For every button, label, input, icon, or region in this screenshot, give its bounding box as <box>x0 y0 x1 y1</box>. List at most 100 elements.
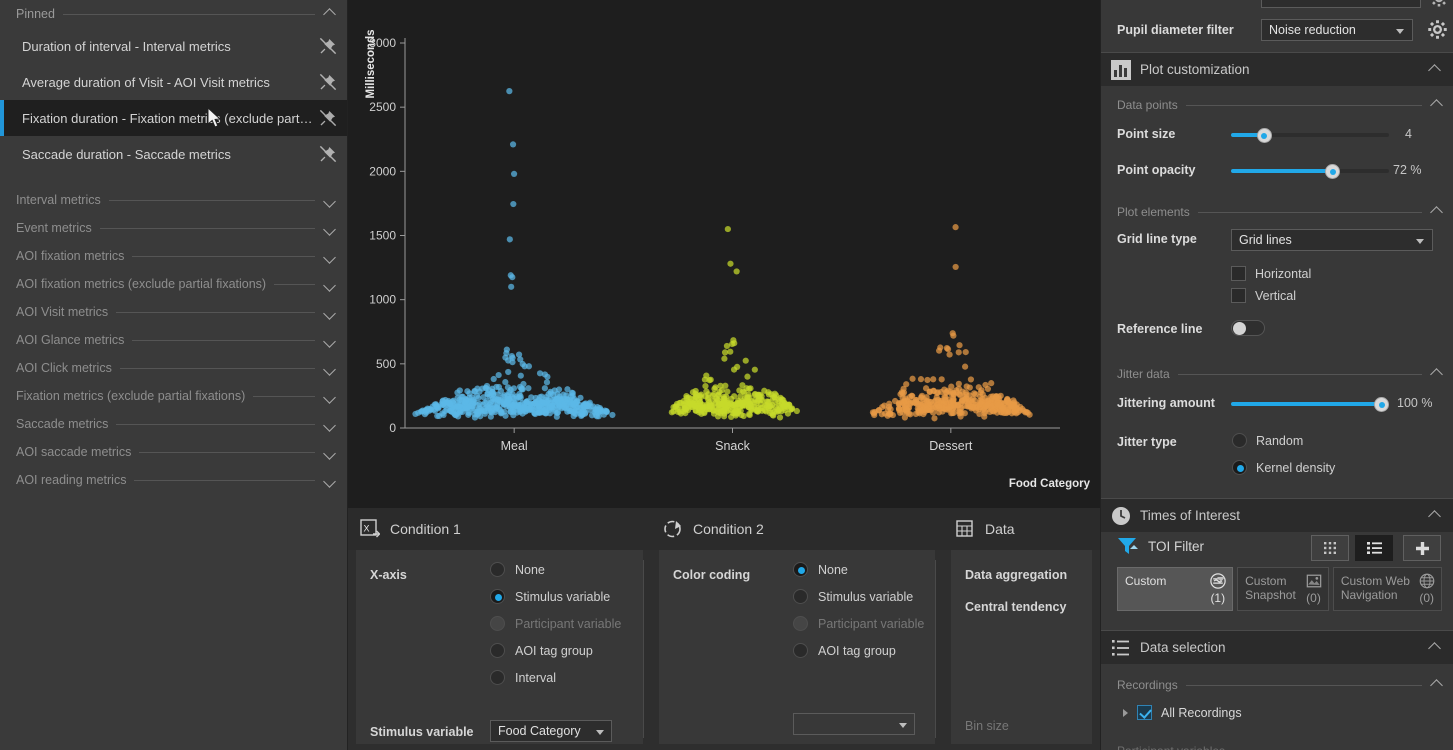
all-recordings-checkbox[interactable] <box>1137 705 1152 720</box>
metric-category-row[interactable]: Fixation metrics (exclude partial fixati… <box>0 382 347 410</box>
metric-category-row[interactable]: AOI Click metrics <box>0 354 347 382</box>
horizontal-checkbox[interactable] <box>1231 266 1246 281</box>
metric-category-row[interactable]: AOI Visit metrics <box>0 298 347 326</box>
jitter-random-radio[interactable] <box>1232 433 1247 448</box>
stimulus-variable-select[interactable]: Food Category <box>490 720 612 742</box>
pinned-metric-label: Saccade duration - Saccade metrics <box>22 146 231 162</box>
slider-knob[interactable] <box>1325 164 1341 179</box>
recordings-subheader[interactable]: Recordings <box>1101 672 1453 698</box>
point-size-slider[interactable] <box>1231 126 1389 144</box>
expand-arrow-icon[interactable] <box>1123 708 1128 717</box>
unpin-icon[interactable] <box>319 37 337 55</box>
chevron-down-icon[interactable] <box>323 473 337 487</box>
toi-card[interactable]: Custom (1) <box>1117 567 1234 611</box>
slider-knob[interactable] <box>1256 128 1272 143</box>
pupil-diameter-filter-select[interactable]: Noise reduction <box>1261 19 1413 41</box>
data-selection-header[interactable]: Data selection <box>1101 630 1453 664</box>
chevron-up-icon-dp[interactable] <box>1430 98 1444 112</box>
plot-customization-header[interactable]: Plot customization <box>1101 52 1453 86</box>
chevron-down-icon[interactable] <box>323 193 337 207</box>
radio-button[interactable] <box>490 589 505 604</box>
chevron-down-icon[interactable] <box>323 305 337 319</box>
chevron-down-icon[interactable] <box>323 417 337 431</box>
radio-button[interactable] <box>793 643 808 658</box>
plot-elements-subheader[interactable]: Plot elements <box>1101 199 1453 225</box>
partial-dropdown[interactable] <box>1261 0 1421 8</box>
pinned-metric-item[interactable]: Duration of interval - Interval metrics <box>0 28 347 64</box>
chevron-down-icon[interactable] <box>323 361 337 375</box>
toi-card[interactable]: Custom Snapshot (0) <box>1237 567 1329 611</box>
jitter-kernel-row[interactable]: Kernel density <box>1232 460 1335 475</box>
horizontal-grid-row[interactable]: Horizontal <box>1231 266 1311 281</box>
chevron-down-icon[interactable] <box>323 445 337 459</box>
jittering-amount-slider[interactable] <box>1231 395 1389 413</box>
metric-category-row[interactable]: Saccade metrics <box>0 410 347 438</box>
chevron-down-icon[interactable] <box>323 333 337 347</box>
unpin-icon[interactable] <box>319 145 337 163</box>
metric-category-row[interactable]: Event metrics <box>0 214 347 242</box>
unpin-icon[interactable] <box>319 109 337 127</box>
gear-icon-partial[interactable] <box>1429 0 1449 8</box>
jitter-random-row[interactable]: Random <box>1232 433 1303 448</box>
metric-category-row[interactable]: Interval metrics <box>0 186 347 214</box>
participant-variables-subheader[interactable]: Participant variables <box>1117 742 1453 750</box>
radio-button[interactable] <box>793 589 808 604</box>
radio-option[interactable]: Stimulus variable <box>490 589 610 604</box>
vertical-grid-row[interactable]: Vertical <box>1231 288 1296 303</box>
pinned-section-header[interactable]: Pinned <box>0 0 347 28</box>
metric-category-row[interactable]: AOI saccade metrics <box>0 438 347 466</box>
all-recordings-row[interactable]: All Recordings <box>1123 705 1242 720</box>
chevron-down-icon[interactable] <box>323 249 337 263</box>
add-toi-button[interactable] <box>1403 535 1441 561</box>
radio-option[interactable]: None <box>490 562 545 577</box>
vertical-checkbox[interactable] <box>1231 288 1246 303</box>
list-view-button[interactable] <box>1355 535 1393 561</box>
chevron-up-icon-jd[interactable] <box>1430 367 1444 381</box>
slider-knob[interactable] <box>1374 397 1389 412</box>
pinned-metric-item[interactable]: Fixation duration - Fixation metrics (ex… <box>0 100 347 136</box>
radio-option[interactable]: Stimulus variable <box>793 589 913 604</box>
plot-canvas[interactable]: 0 500 1000 1500 2000 2500 3000 Meal Snack Dessert <box>348 0 1100 508</box>
jitter-kernel-radio[interactable] <box>1232 460 1247 475</box>
radio-option[interactable]: None <box>793 562 848 577</box>
chevron-up-icon-pe[interactable] <box>1430 205 1444 219</box>
grid-line-type-select[interactable]: Grid lines <box>1231 229 1433 251</box>
radio-button[interactable] <box>490 670 505 685</box>
chevron-up-icon[interactable] <box>323 7 337 21</box>
toi-card-count: (0) <box>1306 591 1321 605</box>
grid-view-button[interactable] <box>1311 535 1349 561</box>
chevron-up-icon-ds[interactable] <box>1428 641 1442 655</box>
jitter-data-subheader[interactable]: Jitter data <box>1101 361 1453 387</box>
radio-option[interactable]: AOI tag group <box>793 643 896 658</box>
color-coding-select[interactable] <box>793 713 915 735</box>
metric-category-row[interactable]: AOI fixation metrics (exclude partial fi… <box>0 270 347 298</box>
chevron-up-icon-plot[interactable] <box>1428 63 1442 77</box>
divider-rule-jd <box>1177 373 1422 375</box>
chevron-up-icon-toi[interactable] <box>1428 509 1442 523</box>
metric-category-row[interactable]: AOI Glance metrics <box>0 326 347 354</box>
radio-option[interactable]: AOI tag group <box>490 643 593 658</box>
radio-button[interactable] <box>490 562 505 577</box>
metric-category-row[interactable]: AOI reading metrics <box>0 466 347 494</box>
chevron-down-icon[interactable] <box>323 389 337 403</box>
gear-icon[interactable] <box>1427 19 1448 40</box>
settings-right-panel: Pupil diameter filter Noise reduction Pl… <box>1100 0 1453 750</box>
times-of-interest-header[interactable]: Times of Interest <box>1101 498 1453 532</box>
data-points-subheader[interactable]: Data points <box>1101 92 1453 118</box>
toi-card[interactable]: Custom Web Navigation (0) <box>1332 567 1442 611</box>
central-tendency-label[interactable]: Central tendency <box>965 600 1066 614</box>
chevron-down-icon[interactable] <box>323 277 337 291</box>
pinned-metric-item[interactable]: Saccade duration - Saccade metrics <box>0 136 347 172</box>
metric-category-row[interactable]: AOI fixation metrics <box>0 242 347 270</box>
pinned-metric-item[interactable]: Average duration of Visit - AOI Visit me… <box>0 64 347 100</box>
chevron-up-icon-rec[interactable] <box>1430 678 1444 692</box>
chevron-down-icon[interactable] <box>323 221 337 235</box>
radio-option[interactable]: Interval <box>490 670 556 685</box>
radio-button[interactable] <box>490 643 505 658</box>
data-aggregation-label[interactable]: Data aggregation <box>965 568 1067 582</box>
reference-line-toggle[interactable] <box>1231 320 1265 336</box>
divider-rule <box>99 227 315 229</box>
radio-button[interactable] <box>793 562 808 577</box>
point-opacity-slider[interactable] <box>1231 162 1389 180</box>
unpin-icon[interactable] <box>319 73 337 91</box>
